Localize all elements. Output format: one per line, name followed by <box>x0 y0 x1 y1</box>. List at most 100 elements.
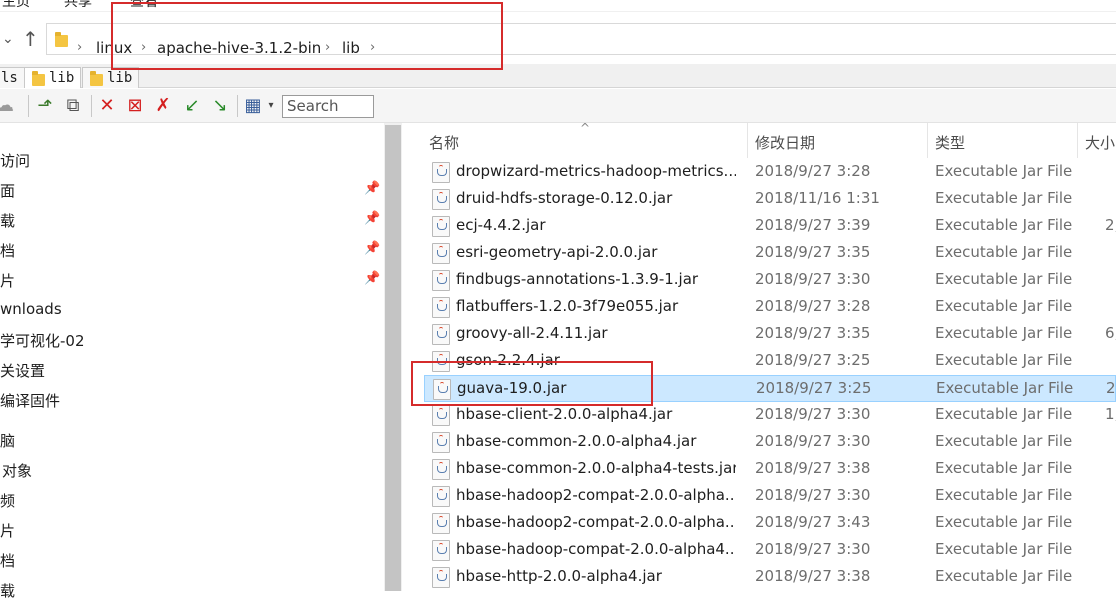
pin-icon: 📌 <box>364 181 381 196</box>
nav-item[interactable]: 片 <box>0 270 15 291</box>
move-right-icon[interactable]: ↘ <box>209 95 231 117</box>
file-row[interactable]: druid-hdfs-storage-0.12.0.jar 2018/11/16… <box>424 186 1116 213</box>
file-date: 2018/11/16 1:31 <box>755 189 880 207</box>
file-type: Executable Jar File <box>935 351 1073 369</box>
tab-label: lib <box>49 70 75 86</box>
nav-item[interactable]: wnloads <box>0 300 62 318</box>
column-header-size[interactable]: 大小 <box>1085 132 1115 153</box>
file-name: hbase-client-2.0.0-alpha4.jar <box>456 405 673 423</box>
file-row[interactable]: hbase-common-2.0.0-alpha4-tests.jar 2018… <box>424 456 1116 483</box>
nav-item[interactable]: 脑 <box>0 430 15 451</box>
tab-lib[interactable]: lib <box>82 67 140 88</box>
column-header-row: ^ 名称 修改日期 类型 大小 <box>402 121 1116 158</box>
dropdown-arrow-icon[interactable]: ▾ <box>260 95 282 117</box>
jar-file-icon <box>432 189 450 210</box>
file-row[interactable]: hbase-hadoop2-compat-2.0.0-alpha... 2018… <box>424 483 1116 510</box>
file-row[interactable]: findbugs-annotations-1.3.9-1.jar 2018/9/… <box>424 267 1116 294</box>
file-date: 2018/9/27 3:38 <box>755 567 871 585</box>
file-row[interactable]: esri-geometry-api-2.0.0.jar 2018/9/27 3:… <box>424 240 1116 267</box>
nav-item[interactable]: 学可视化-02 <box>0 330 85 351</box>
file-date: 2018/9/27 3:30 <box>755 432 871 450</box>
file-type: Executable Jar File <box>935 432 1073 450</box>
jar-file-icon <box>432 540 450 561</box>
file-row[interactable]: hbase-common-2.0.0-alpha4.jar 2018/9/27 … <box>424 429 1116 456</box>
jar-file-icon <box>432 324 450 345</box>
file-row[interactable]: ecj-4.4.2.jar 2018/9/27 3:39 Executable … <box>424 213 1116 240</box>
search-input[interactable]: Search <box>282 95 374 118</box>
column-divider[interactable] <box>1077 123 1078 158</box>
nav-item[interactable]: 载 <box>0 210 15 231</box>
column-header-name[interactable]: 名称 <box>429 132 459 153</box>
file-type: Executable Jar File <box>935 486 1073 504</box>
file-date: 2018/9/27 3:25 <box>756 379 872 397</box>
file-date: 2018/9/27 3:28 <box>755 162 871 180</box>
file-type: Executable Jar File <box>935 567 1073 585</box>
file-date: 2018/9/27 3:43 <box>755 513 871 531</box>
annotation-box-address <box>111 2 503 70</box>
file-row[interactable]: hbase-hadoop2-compat-2.0.0-alpha... 2018… <box>424 510 1116 537</box>
file-date: 2018/9/27 3:30 <box>755 486 871 504</box>
file-size: 2, <box>1106 379 1116 397</box>
nav-item[interactable]: 频 <box>0 490 15 511</box>
tab-lib-active[interactable]: lib <box>24 67 82 88</box>
jar-file-icon <box>432 432 450 453</box>
delete-window-icon[interactable]: ⊠ <box>124 95 146 117</box>
file-name: dropwizard-metrics-hadoop-metrics... <box>456 162 736 180</box>
nav-item[interactable]: 关设置 <box>0 360 45 381</box>
nav-item[interactable]: 片 <box>0 520 15 541</box>
file-row[interactable]: hbase-http-2.0.0-alpha4.jar 2018/9/27 3:… <box>424 564 1116 591</box>
menu-item-share[interactable]: 共享 <box>64 0 92 11</box>
file-name: hbase-hadoop2-compat-2.0.0-alpha... <box>456 486 736 504</box>
file-size: 1, <box>1105 405 1116 423</box>
nav-item[interactable]: 档 <box>0 240 15 261</box>
file-date: 2018/9/27 3:25 <box>755 351 871 369</box>
column-header-type[interactable]: 类型 <box>935 132 965 153</box>
breadcrumb-separator-icon[interactable]: › <box>77 40 82 55</box>
file-type: Executable Jar File <box>935 405 1073 423</box>
pin-icon: 📌 <box>364 211 381 226</box>
file-row[interactable]: flatbuffers-1.2.0-3f79e055.jar 2018/9/27… <box>424 294 1116 321</box>
menu-item-home[interactable]: 主页 <box>2 0 30 11</box>
column-divider[interactable] <box>927 123 928 158</box>
file-type: Executable Jar File <box>935 243 1073 261</box>
jar-file-icon <box>432 270 450 291</box>
nav-item[interactable]: 访问 <box>0 150 30 171</box>
file-row[interactable]: dropwizard-metrics-hadoop-metrics... 201… <box>424 159 1116 186</box>
delete-all-icon[interactable]: ✗ <box>152 95 174 117</box>
file-date: 2018/9/27 3:38 <box>755 459 871 477</box>
jar-file-icon <box>432 297 450 318</box>
nav-scrollbar[interactable] <box>384 123 402 591</box>
nav-item[interactable]: 对象 <box>2 460 32 481</box>
jar-file-icon <box>432 486 450 507</box>
favorites-icon[interactable]: ☁ <box>0 95 16 117</box>
file-type: Executable Jar File <box>935 297 1073 315</box>
jar-file-icon <box>432 243 450 264</box>
file-name: findbugs-annotations-1.3.9-1.jar <box>456 270 699 288</box>
file-name: ecj-4.4.2.jar <box>456 216 546 234</box>
file-name: druid-hdfs-storage-0.12.0.jar <box>456 189 673 207</box>
jar-file-icon <box>432 513 450 534</box>
toolbar-divider <box>91 95 92 117</box>
file-row[interactable]: groovy-all-2.4.11.jar 2018/9/27 3:35 Exe… <box>424 321 1116 348</box>
tab-ls[interactable]: ls <box>0 67 25 88</box>
nav-item[interactable]: 档 <box>0 550 15 571</box>
annotation-box-guava <box>411 361 653 406</box>
file-row[interactable]: hbase-client-2.0.0-alpha4.jar 2018/9/27 … <box>424 402 1116 429</box>
nav-scrollbar-thumb[interactable] <box>385 125 401 591</box>
column-header-date[interactable]: 修改日期 <box>755 132 815 153</box>
copy-window-icon[interactable]: ⧉ <box>62 95 84 117</box>
up-arrow-icon[interactable]: ↑ <box>22 27 39 51</box>
move-left-icon[interactable]: ↙ <box>181 95 203 117</box>
recent-locations-chevron-icon[interactable]: ⌄ <box>2 31 14 47</box>
jar-file-icon <box>432 405 450 426</box>
file-row[interactable]: hbase-hadoop-compat-2.0.0-alpha4.... 201… <box>424 537 1116 564</box>
file-date: 2018/9/27 3:30 <box>755 405 871 423</box>
delete-icon[interactable]: ✕ <box>96 95 118 117</box>
nav-item[interactable]: 面 <box>0 180 15 201</box>
file-type: Executable Jar File <box>936 379 1074 397</box>
column-divider[interactable] <box>747 123 748 158</box>
nav-item[interactable]: 编译固件 <box>0 390 60 411</box>
file-date: 2018/9/27 3:35 <box>755 324 871 342</box>
toolbar-divider <box>237 95 238 117</box>
new-folder-icon[interactable]: ⬏ <box>34 95 56 117</box>
